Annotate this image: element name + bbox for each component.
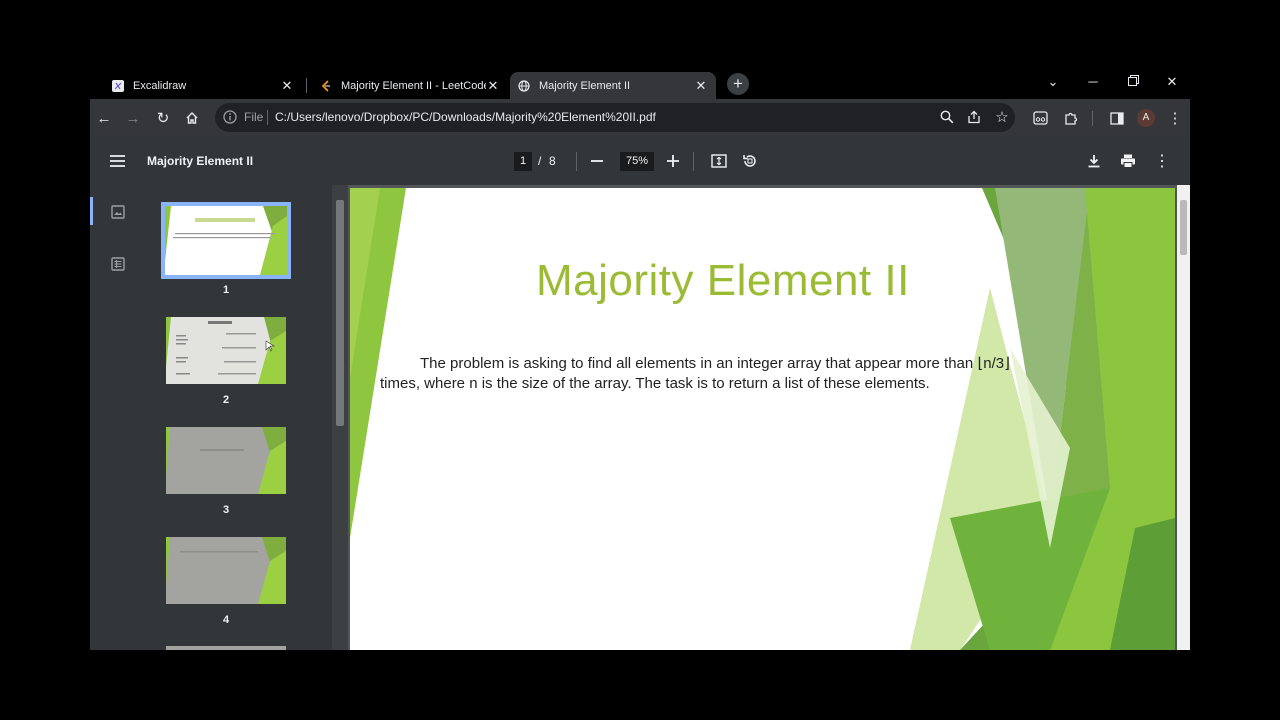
more-vert-icon[interactable]: ⋮ (1152, 151, 1172, 171)
info-icon[interactable] (223, 110, 237, 124)
thumbnail-preview (165, 206, 287, 275)
excalidraw-icon (112, 79, 124, 92)
document-scrollbar[interactable] (1177, 185, 1190, 650)
browser-window: Excalidraw ✕ Majority Element II - LeetC… (90, 68, 1190, 650)
reading-mode-icon[interactable] (1029, 107, 1051, 129)
share-icon[interactable] (963, 106, 985, 128)
back-arrow-icon[interactable]: ← (93, 107, 115, 129)
tab-title: Excalidraw (133, 79, 187, 92)
page-thumbnail-2[interactable] (166, 317, 286, 384)
thumbnail-page-number: 4 (222, 614, 230, 626)
sidebar-scrollbar[interactable] (332, 185, 348, 650)
zoom-in-button[interactable] (663, 151, 683, 171)
close-icon[interactable]: ✕ (280, 78, 294, 94)
forward-arrow-icon[interactable]: → (122, 107, 144, 129)
pdf-toolbar: Majority Element II 1 / 8 75% ⋮ (90, 137, 1190, 185)
page-thumbnail-1[interactable] (161, 202, 291, 279)
page-thumbnail-4[interactable] (166, 537, 286, 604)
page-count: 8 (549, 154, 556, 168)
document-title: Majority Element II (147, 154, 254, 168)
browser-toolbar: ← → ↻ File C:/Users/lenovo/Dropbox/PC/Do… (90, 99, 1190, 137)
fit-to-page-icon[interactable] (709, 151, 729, 171)
page-number-input[interactable]: 1 (514, 152, 532, 171)
extensions-puzzle-icon[interactable] (1060, 107, 1082, 129)
thumbnail-page-number: 1 (222, 284, 230, 296)
slide-title: Majority Element II (536, 256, 910, 305)
zoom-level-input[interactable]: 75% (620, 152, 654, 171)
url-text[interactable]: C:/Users/lenovo/Dropbox/PC/Downloads/Maj… (275, 110, 656, 124)
pdf-page-1: Majority Element II The problem is askin… (350, 188, 1175, 650)
tab-title: Majority Element II (539, 79, 631, 92)
scrollbar-thumb[interactable] (336, 200, 344, 426)
slide-body-text: The problem is asking to find all elemen… (380, 355, 1010, 392)
home-icon[interactable] (181, 107, 203, 129)
thumbnail-preview (166, 537, 286, 604)
globe-icon (518, 79, 530, 92)
thumbnails-view-icon[interactable] (110, 204, 126, 220)
tab-excalidraw[interactable]: Excalidraw ✕ (104, 72, 302, 99)
scrollbar-thumb[interactable] (1180, 200, 1187, 255)
thumbnail-preview (166, 317, 286, 384)
close-window-icon[interactable]: ✕ (1162, 74, 1182, 90)
rotate-icon[interactable] (740, 151, 760, 171)
reload-icon[interactable]: ↻ (152, 107, 174, 129)
address-bar[interactable]: File C:/Users/lenovo/Dropbox/PC/Download… (215, 103, 1015, 132)
scheme-label: File (244, 110, 264, 124)
page-thumbnail-3[interactable] (166, 427, 286, 494)
avatar[interactable]: A (1137, 109, 1155, 127)
page-thumbnail-5[interactable] (166, 646, 286, 650)
download-icon[interactable] (1084, 151, 1104, 171)
bookmark-star-icon[interactable]: ☆ (991, 106, 1013, 128)
thumbnail-preview (166, 427, 286, 494)
address-divider (267, 110, 268, 125)
print-icon[interactable] (1118, 151, 1138, 171)
minimize-icon[interactable]: ─ (1083, 74, 1103, 90)
more-vert-icon[interactable]: ⋮ (1164, 107, 1186, 129)
side-panel-icon[interactable] (1106, 107, 1128, 129)
zoom-magnifier-icon[interactable] (936, 106, 958, 128)
tab-strip: Excalidraw ✕ Majority Element II - LeetC… (90, 68, 1190, 99)
outline-view-icon[interactable] (110, 256, 126, 272)
close-icon[interactable]: ✕ (694, 78, 708, 94)
tab-title: Majority Element II - LeetCode (341, 79, 486, 92)
menu-icon[interactable] (107, 151, 127, 171)
restore-icon[interactable] (1123, 74, 1143, 90)
new-tab-button[interactable]: + (727, 73, 749, 95)
toolbar-divider (576, 152, 577, 171)
thumbnail-sidebar: 1 2 3 4 (90, 185, 332, 650)
toolbar-divider (693, 152, 694, 171)
zoom-out-button[interactable] (587, 151, 607, 171)
toolbar-divider (1092, 111, 1093, 126)
document-viewport: Majority Element II The problem is askin… (348, 185, 1177, 650)
tab-search-chevron-icon[interactable]: ⌄ (1043, 74, 1063, 90)
tab-majority-element[interactable]: Majority Element II ✕ (510, 72, 716, 99)
leetcode-icon (320, 79, 332, 92)
tab-divider (306, 78, 307, 93)
tab-leetcode[interactable]: Majority Element II - LeetCode ✕ (312, 72, 508, 99)
active-indicator (90, 197, 93, 225)
page-separator: / (538, 154, 542, 168)
thumbnail-page-number: 3 (222, 504, 230, 516)
close-icon[interactable]: ✕ (486, 78, 500, 94)
thumbnail-page-number: 2 (222, 394, 230, 406)
